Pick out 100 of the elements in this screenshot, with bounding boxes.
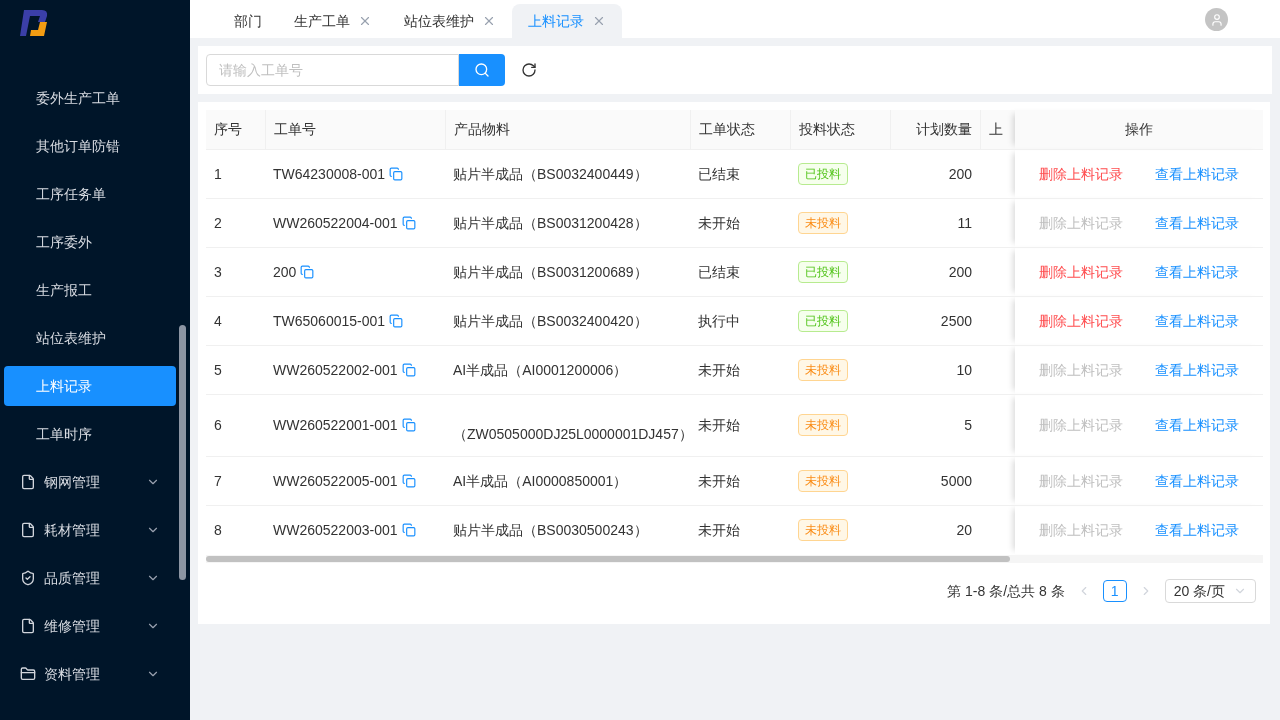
table-cell: AI半成品（AI0000850001）	[453, 472, 628, 489]
avatar[interactable]	[1205, 8, 1228, 31]
sidebar-group[interactable]: 资料管理	[4, 650, 176, 698]
column-header: 工单状态	[690, 110, 790, 149]
search-button[interactable]	[459, 54, 505, 86]
copy-icon[interactable]	[389, 166, 404, 181]
order-number: TW64230008-001	[273, 164, 386, 184]
table-cell: 贴片半成品（BS0032400420）	[453, 312, 648, 329]
column-header: 产品物料	[445, 110, 690, 149]
view-link[interactable]: 查看上料记录	[1155, 212, 1239, 233]
sidebar-group-label: 资料管理	[44, 665, 101, 684]
view-link[interactable]: 查看上料记录	[1155, 163, 1239, 184]
sidebar-group-label: 钢网管理	[44, 473, 101, 492]
status-tag: 未投料	[798, 414, 848, 436]
table-cell: 7	[206, 456, 265, 505]
page-button[interactable]: 1	[1102, 580, 1127, 602]
close-icon[interactable]	[592, 14, 606, 28]
close-icon[interactable]	[358, 14, 372, 28]
copy-icon[interactable]	[401, 473, 416, 488]
order-number: 200	[273, 262, 297, 282]
sidebar-group[interactable]: 维修管理	[4, 602, 176, 650]
tab[interactable]: 站位表维护	[388, 4, 512, 38]
view-link[interactable]: 查看上料记录	[1155, 415, 1239, 435]
table-cell: 2	[206, 198, 265, 247]
refresh-icon[interactable]	[521, 62, 537, 78]
sidebar-group[interactable]: 品质管理	[4, 554, 176, 602]
table-cell: 6	[206, 394, 265, 456]
scrollbar[interactable]	[179, 325, 186, 580]
view-link[interactable]: 查看上料记录	[1155, 261, 1239, 282]
copy-icon[interactable]	[389, 313, 404, 328]
status-tag: 已投料	[798, 309, 848, 332]
search-field[interactable]: 请输入工单号	[206, 54, 459, 86]
table-cell: 未开始	[690, 198, 790, 247]
column-header: 序号	[206, 110, 265, 149]
sidebar-item[interactable]: 工序任务单	[4, 174, 176, 214]
table-cell: 5000	[890, 456, 980, 505]
sidebar-item[interactable]: 工序委外	[4, 222, 176, 262]
sidebar-item[interactable]: 其他订单防错	[4, 126, 176, 166]
sidebar-item[interactable]: 上料记录	[4, 366, 176, 406]
order-number: WW260522004-001	[273, 213, 398, 233]
table-cell: 200	[890, 247, 980, 296]
close-icon[interactable]	[482, 14, 496, 28]
table-cell: 贴片半成品（BS0030500243）	[453, 521, 648, 538]
delete-link[interactable]: 删除上料记录	[1039, 261, 1123, 282]
status-tag: 已投料	[798, 162, 848, 185]
table-cell: 8	[206, 505, 265, 554]
sidebar-group[interactable]: 耗材管理	[4, 506, 176, 554]
table-cell: 未开始	[690, 505, 790, 554]
status-tag: 未投料	[798, 518, 848, 541]
table-cell: 1	[206, 149, 265, 198]
sidebar-item[interactable]: 站位表维护	[4, 318, 176, 358]
status-tag: 已投料	[798, 260, 848, 283]
tab[interactable]: 部门	[218, 4, 278, 38]
copy-icon[interactable]	[300, 264, 315, 279]
column-header: 投料状态	[790, 110, 890, 149]
file-icon	[20, 474, 36, 490]
sidebar-group[interactable]: 钢网管理	[4, 458, 176, 506]
status-tag: 未投料	[798, 469, 848, 492]
tab[interactable]: 生产工单	[278, 4, 388, 38]
sidebar-item[interactable]: 生产报工	[4, 270, 176, 310]
view-link[interactable]: 查看上料记录	[1155, 470, 1239, 491]
table-cell: 20	[890, 505, 980, 554]
copy-icon[interactable]	[401, 215, 416, 230]
file-icon	[20, 618, 36, 634]
column-header: 工单号	[265, 110, 445, 149]
delete-link[interactable]: 删除上料记录	[1039, 163, 1123, 184]
sidebar-item[interactable]: 工单时序	[4, 414, 176, 454]
view-link[interactable]: 查看上料记录	[1155, 310, 1239, 331]
table-cell: 执行中	[690, 296, 790, 345]
order-number: TW65060015-001	[273, 311, 386, 331]
order-number: WW260522002-001	[273, 360, 398, 380]
delete-link[interactable]: 删除上料记录	[1039, 310, 1123, 331]
status-tag: 未投料	[798, 211, 848, 234]
folder-icon	[20, 666, 36, 682]
sidebar-group-label: 维修管理	[44, 617, 101, 636]
view-link[interactable]: 查看上料记录	[1155, 359, 1239, 380]
table-cell: 未开始	[690, 394, 790, 456]
column-header: 操作	[1015, 110, 1263, 149]
table-cell: 未开始	[690, 345, 790, 394]
page-size-select[interactable]: 20 条/页	[1164, 579, 1256, 603]
copy-icon[interactable]	[401, 362, 416, 377]
table-cell: 贴片半成品（BS0031200689）	[453, 263, 648, 280]
tab[interactable]: 上料记录	[512, 4, 622, 38]
view-link[interactable]: 查看上料记录	[1155, 519, 1239, 540]
horizontal-scrollbar[interactable]	[206, 556, 1010, 562]
table-cell: 2500	[890, 296, 980, 345]
order-number: WW260522005-001	[273, 471, 398, 491]
sidebar-item[interactable]: 委外生产工单	[4, 78, 176, 118]
sidebar-group-label: 品质管理	[44, 569, 101, 588]
table-cell: 已结束	[690, 149, 790, 198]
status-tag: 未投料	[798, 358, 848, 381]
shield-icon	[20, 570, 36, 586]
table-cell: 未开始	[690, 456, 790, 505]
table-cell: 4	[206, 296, 265, 345]
table-cell: 5	[890, 394, 980, 456]
table-cell: 11	[890, 198, 980, 247]
column-header: 上	[980, 110, 1015, 149]
order-number: WW260522001-001	[273, 416, 398, 435]
copy-icon[interactable]	[401, 522, 416, 537]
copy-icon[interactable]	[401, 418, 416, 432]
